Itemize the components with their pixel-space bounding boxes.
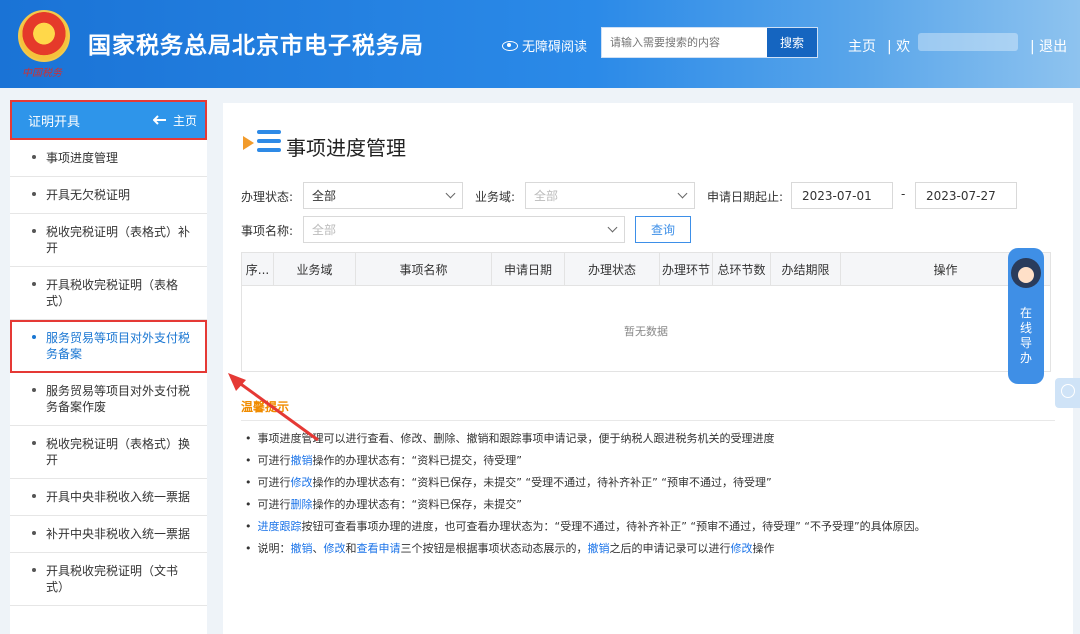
status-select-value: 全部 [312,189,337,203]
date-separator: - [901,187,906,201]
top-header: 中国税务 国家税务总局北京市电子税务局 无障碍阅读 搜索 主页 | 欢 | 退出 [0,0,1080,88]
sidebar-item-central-nontax-receipt[interactable]: 开具中央非税收入统一票据 [10,479,207,516]
agent-avatar-icon [1011,258,1041,288]
chevron-down-icon [445,188,456,199]
tip-keyword-modify: 修改 [323,542,346,555]
eye-icon [502,40,518,51]
sidebar-item-progress-management[interactable]: 事项进度管理 [10,140,207,177]
tip-line: 进度跟踪按钮可查看事项办理的进度，也可查看办理状态为：“受理不通过，待补齐补正”… [245,518,926,534]
site-title: 国家税务总局北京市电子税务局 [88,33,424,59]
return-arrow-icon [152,114,166,125]
status-select[interactable]: 全部 [303,182,463,209]
domain-label: 业务域: [475,190,516,204]
date-end-input[interactable]: 2023-07-27 [915,182,1017,209]
tip-text: 之后的申请记录可以进行 [609,542,731,555]
welcome-text: | 欢 [887,39,911,55]
sidebar-home-link[interactable]: 主页 [152,112,197,129]
emblem-caption: 中国税务 [22,68,62,79]
tip-keyword-revoke: 撤销 [587,542,610,555]
tip-line: 事项进度管理可以进行查看、修改、删除、撤销和跟踪事项申请记录，便于纳税人跟进税务… [245,430,775,446]
tips-divider [241,420,1055,421]
table-header: 序... 业务域 事项名称 申请日期 办理状态 办理环节 总环节数 办结期限 操… [242,253,1050,286]
sidebar: 证明开具 主页 事项进度管理 开具无欠税证明 税收完税证明（表格式）补开 开具税… [10,100,207,634]
tip-text: 操作的办理状态有：“资料已保存，未提交” “受理不通过，待补齐补正” “预审不通… [312,476,772,489]
tip-text: 可进行 [257,498,291,511]
item-name-label: 事项名称: [241,224,294,238]
item-name-placeholder: 全部 [312,223,337,237]
search-box: 搜索 [601,27,818,58]
tip-keyword-modify: 修改 [290,476,313,489]
tip-text: 操作的办理状态有：“资料已保存，未提交” [312,498,522,511]
chevron-down-icon [607,222,618,233]
tip-keyword-modify: 修改 [730,542,753,555]
tip-text: 事项进度管理可以进行查看、修改、删除、撤销和跟踪事项申请记录，便于纳税人跟进税务… [257,432,775,445]
tip-keyword-track: 进度跟踪 [257,520,302,533]
sidebar-home-label: 主页 [172,113,197,128]
username-redacted [918,33,1018,51]
column-header[interactable]: 总环节数 [713,253,771,285]
sidebar-item-tax-cert-document[interactable]: 开具税收完税证明（文书式） [10,553,207,606]
online-guide-widget[interactable]: 在线导办 [1008,248,1044,384]
sidebar-item-no-tax-arrears-cert[interactable]: 开具无欠税证明 [10,177,207,214]
column-header[interactable]: 办理环节 [660,253,713,285]
tip-keyword-view: 查看申请 [356,542,401,555]
tip-line: 可进行删除操作的办理状态有：“资料已保存，未提交” [245,496,522,512]
home-link[interactable]: 主页 [848,36,876,56]
logout-link[interactable]: | 退出 [1030,36,1067,56]
user-service-icon[interactable] [1055,378,1080,408]
column-header[interactable]: 办结期限 [771,253,841,285]
tip-text: 、 [312,542,324,555]
sidebar-item-central-nontax-reissue[interactable]: 补开中央非税收入统一票据 [10,516,207,553]
tip-text: 操作的办理状态有：“资料已提交，待受理” [312,454,522,467]
sidebar-section-title: 证明开具 [28,114,81,130]
date-start-input[interactable]: 2023-07-01 [791,182,893,209]
tip-keyword-revoke: 撤销 [290,454,313,467]
item-name-select[interactable]: 全部 [303,216,625,243]
tip-keyword-revoke: 撤销 [290,542,313,555]
search-button[interactable]: 搜索 [767,28,817,57]
tip-line: 可进行修改操作的办理状态有：“资料已保存，未提交” “受理不通过，待补齐补正” … [245,474,772,490]
empty-table-message: 暂无数据 [624,325,668,338]
query-button[interactable]: 查询 [635,216,691,243]
sidebar-item-service-trade-filing[interactable]: 服务贸易等项目对外支付税务备案 [10,320,207,373]
accessibility-label: 无障碍阅读 [522,40,588,55]
date-range-label: 申请日期起止: [707,190,784,204]
column-header[interactable]: 序... [242,253,274,285]
domain-select-placeholder: 全部 [534,189,559,203]
tip-text: 说明： [257,542,291,555]
column-header[interactable]: 事项名称 [356,253,492,285]
status-label: 办理状态: [241,190,294,204]
column-header[interactable]: 申请日期 [492,253,565,285]
tip-text: 操作 [752,542,775,555]
tip-text: 可进行 [257,454,291,467]
column-header[interactable]: 办理状态 [565,253,660,285]
tip-text: 按钮可查看事项办理的进度，也可查看办理状态为：“受理不通过，待补齐补正” “预审… [301,520,926,533]
tip-keyword-delete: 删除 [290,498,313,511]
domain-select[interactable]: 全部 [525,182,695,209]
tip-line: 可进行撤销操作的办理状态有：“资料已提交，待受理” [245,452,522,468]
tip-text: 三个按钮是根据事项状态动态展示的， [400,542,588,555]
list-icon [243,127,283,159]
tip-line: 说明：撤销、修改和查看申请三个按钮是根据事项状态动态展示的，撤销之后的申请记录可… [245,540,775,556]
tip-text: 可进行 [257,476,291,489]
sidebar-header: 证明开具 主页 [10,100,207,140]
column-header[interactable]: 业务域 [274,253,356,285]
tips-title: 温馨提示 [241,400,290,414]
accessibility-reading-link[interactable]: 无障碍阅读 [502,36,587,55]
page-title: 事项进度管理 [286,136,406,160]
tax-emblem-logo [18,10,70,62]
chevron-down-icon [677,188,688,199]
main-panel: 事项进度管理 办理状态: 全部 业务域: 全部 申请日期起止: 2023-07-… [223,103,1073,634]
sidebar-item-service-trade-filing-void[interactable]: 服务贸易等项目对外支付税务备案作废 [10,373,207,426]
sidebar-item-tax-cert-issue[interactable]: 开具税收完税证明（表格式） [10,267,207,320]
search-input[interactable] [602,28,767,57]
sidebar-item-tax-cert-reissue[interactable]: 税收完税证明（表格式）补开 [10,214,207,267]
progress-table: 序... 业务域 事项名称 申请日期 办理状态 办理环节 总环节数 办结期限 操… [241,252,1051,372]
sidebar-item-tax-cert-exchange[interactable]: 税收完税证明（表格式）换开 [10,426,207,479]
tip-text: 和 [345,542,357,555]
online-guide-label: 在线导办 [1019,306,1032,365]
